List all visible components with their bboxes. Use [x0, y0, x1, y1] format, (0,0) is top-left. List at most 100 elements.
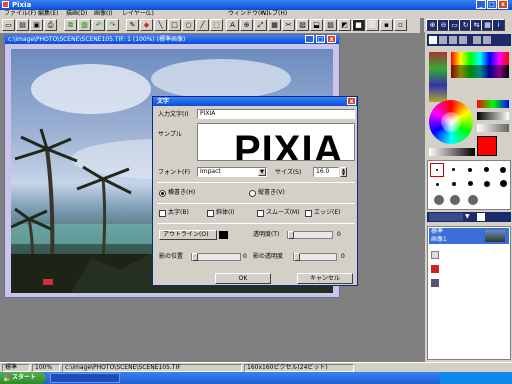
- tool-icon-26[interactable]: ⬜: [366, 19, 379, 31]
- text-icon[interactable]: A: [226, 19, 239, 31]
- tool-icon-19[interactable]: ▦: [268, 19, 281, 31]
- tool-icon-25[interactable]: ■: [352, 19, 365, 31]
- image-maximize-button[interactable]: □: [316, 35, 325, 43]
- info-icon[interactable]: i: [492, 19, 505, 31]
- color-grid[interactable]: [451, 52, 509, 78]
- text-dialog-close-button[interactable]: x: [347, 97, 356, 105]
- taskbar-pixia-button[interactable]: [50, 373, 120, 383]
- hue-slider[interactable]: [477, 100, 509, 108]
- save-icon[interactable]: ▣: [30, 19, 43, 31]
- italic-checkbox[interactable]: [207, 210, 214, 217]
- layer-mode-select[interactable]: [429, 213, 463, 221]
- foreground-color[interactable]: [477, 136, 497, 156]
- undo-icon[interactable]: ↶: [92, 19, 105, 31]
- brush-dot-13[interactable]: [468, 195, 478, 205]
- brush-dot-7[interactable]: [452, 182, 456, 186]
- brush-dot-4[interactable]: [484, 167, 489, 172]
- layer-mode-chevron-icon[interactable]: ▼: [465, 213, 470, 221]
- fill-icon[interactable]: ╱: [196, 19, 209, 31]
- paste-icon[interactable]: ▥: [78, 19, 91, 31]
- line-icon[interactable]: ╲: [154, 19, 167, 31]
- ok-button[interactable]: OK: [215, 273, 271, 284]
- menu-file[interactable]: ファイル(F): [4, 10, 36, 18]
- bold-checkbox[interactable]: [159, 210, 166, 217]
- tool-icon-27[interactable]: ▪: [380, 19, 393, 31]
- brush-icon[interactable]: [429, 36, 437, 44]
- layer-visibility-icon[interactable]: [431, 251, 439, 259]
- brush-dot-5[interactable]: [500, 167, 506, 173]
- image-close-button[interactable]: x: [327, 35, 336, 43]
- zoom-icon[interactable]: ⊕: [240, 19, 253, 31]
- brush-dot-6[interactable]: [436, 183, 439, 186]
- menu-layer[interactable]: レイヤー(L): [122, 10, 154, 18]
- tool-icon-20[interactable]: ✂: [282, 19, 295, 31]
- brush-dot-12[interactable]: [450, 195, 460, 205]
- size-field[interactable]: 16.0: [313, 167, 339, 177]
- outline-button[interactable]: アウトライン(O): [159, 230, 217, 240]
- edge-checkbox[interactable]: [305, 210, 312, 217]
- scale-icon[interactable]: ⤢: [254, 19, 267, 31]
- input-text-field[interactable]: PIXIA: [197, 109, 355, 119]
- rect-icon[interactable]: □: [168, 19, 181, 31]
- cancel-button[interactable]: キャンセル: [297, 273, 353, 284]
- shadow-slider[interactable]: [191, 253, 241, 261]
- opacity-slider[interactable]: [287, 231, 333, 239]
- swatch-column[interactable]: [429, 52, 447, 102]
- smooth-checkbox[interactable]: [257, 210, 264, 217]
- color-bar[interactable]: [429, 148, 475, 156]
- eraser-icon[interactable]: ◆: [140, 19, 153, 31]
- image-minimize-button[interactable]: _: [305, 35, 314, 43]
- color-wheel[interactable]: [429, 100, 473, 144]
- airbrush-icon[interactable]: [439, 36, 447, 44]
- brush-dot-2[interactable]: [452, 168, 455, 171]
- tool-icon-21[interactable]: ▧: [296, 19, 309, 31]
- brush-dot-3[interactable]: [468, 168, 472, 172]
- brush-dot-11[interactable]: [434, 195, 444, 205]
- ellipse-icon[interactable]: ○: [182, 19, 195, 31]
- menu-image[interactable]: 画像(I): [94, 10, 112, 18]
- layer-item[interactable]: 標準 画像1: [429, 228, 509, 244]
- tool-icon-23[interactable]: ▨: [324, 19, 337, 31]
- shadow-opacity-slider[interactable]: [293, 253, 337, 261]
- stamp-icon[interactable]: [483, 36, 491, 44]
- gray-slider[interactable]: [477, 124, 509, 132]
- image-window-titlebar[interactable]: c:\image\PHOTO\SCENE\SCENE105.TIF: 1 (10…: [5, 35, 339, 44]
- minimize-button[interactable]: _: [476, 0, 486, 9]
- value-slider[interactable]: [477, 112, 509, 120]
- redo-icon[interactable]: ↷: [106, 19, 119, 31]
- vertical-radio[interactable]: [249, 190, 256, 197]
- copy-icon[interactable]: ⧉: [64, 19, 77, 31]
- maximize-button[interactable]: □: [487, 0, 497, 9]
- tool-icon-24[interactable]: ◩: [338, 19, 351, 31]
- print-icon[interactable]: ⎙: [44, 19, 57, 31]
- close-button[interactable]: x: [498, 0, 508, 9]
- pencil-icon[interactable]: [449, 36, 457, 44]
- font-select[interactable]: Impact ▼: [197, 167, 267, 177]
- layer-delete-icon[interactable]: [431, 265, 439, 273]
- chevron-down-icon[interactable]: ▼: [258, 168, 266, 176]
- size-stepper[interactable]: ▲ ▼: [340, 167, 347, 177]
- menu-edit[interactable]: 編集(E): [38, 10, 58, 18]
- brush-dot-9[interactable]: [484, 181, 490, 187]
- eraser-tool-icon[interactable]: [459, 36, 467, 44]
- new-icon[interactable]: ▭: [2, 19, 15, 31]
- layer-merge-icon[interactable]: [431, 279, 439, 287]
- brush-dot-8[interactable]: [468, 181, 473, 186]
- opacity-label: 透明度(T): [253, 231, 280, 238]
- brush-dot-1[interactable]: [436, 169, 438, 171]
- horizontal-radio[interactable]: [159, 190, 166, 197]
- tool-icon-28[interactable]: ▫: [394, 19, 407, 31]
- pen-icon[interactable]: ✎: [126, 19, 139, 31]
- start-button[interactable]: スタート: [0, 372, 46, 384]
- layer-new-icon[interactable]: [477, 213, 485, 221]
- menu-help[interactable]: ヘルプ(H): [260, 10, 287, 18]
- open-icon[interactable]: ▤: [16, 19, 29, 31]
- smudge-icon[interactable]: [473, 36, 481, 44]
- tool-icon-22[interactable]: ⬓: [310, 19, 323, 31]
- menu-draw[interactable]: 描画(D): [66, 10, 87, 18]
- select-icon[interactable]: ⬚: [210, 19, 223, 31]
- brush-dot-10[interactable]: [500, 180, 507, 187]
- text-dialog-titlebar[interactable]: 文字 x: [153, 97, 357, 106]
- outline-color-swatch[interactable]: [219, 231, 228, 239]
- right-toolbar: ⊕ ⊖ ▭ ↻ ⇆ ▦ i: [424, 18, 512, 32]
